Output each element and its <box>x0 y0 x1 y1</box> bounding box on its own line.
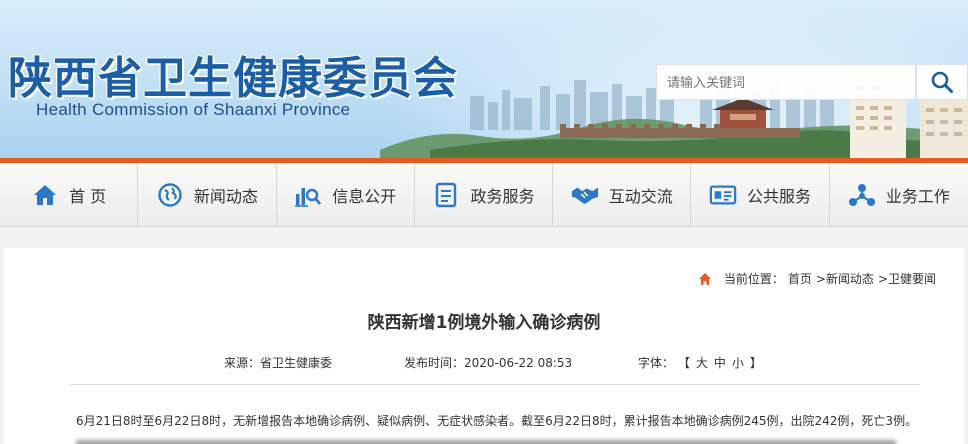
document-icon <box>432 181 460 209</box>
font-size-medium-button[interactable]: 中 <box>714 354 726 371</box>
nav-label: 公共服务 <box>747 187 812 206</box>
chart-search-icon <box>294 181 322 209</box>
breadcrumb-link-health-news[interactable]: >卫健要闻 <box>878 270 936 287</box>
article-publish-time: 发布时间：2020-06-22 08:53 <box>404 354 572 371</box>
network-icon <box>848 181 876 209</box>
site-title: 陕西省卫生健康委员会 <box>8 53 458 104</box>
article-panel: 当前位置： 首页 >新闻动态 >卫健要闻 陕西新增1例境外输入确诊病例 来源：省… <box>4 248 964 444</box>
font-bracket-open: 【 <box>677 356 690 370</box>
breadcrumb-home-icon <box>698 272 711 285</box>
nav-label: 新闻动态 <box>193 187 258 206</box>
article-paragraph-cutoff <box>76 438 896 444</box>
font-size-small-button[interactable]: 小 <box>732 354 744 371</box>
search-icon <box>931 71 953 93</box>
home-icon <box>31 181 59 209</box>
article-title: 陕西新增1例境外输入确诊病例 <box>367 313 601 333</box>
nav-item-news[interactable]: 新闻动态 <box>138 163 277 227</box>
site-subtitle: Health Commission of Shaanxi Province <box>36 100 351 119</box>
globe-icon <box>156 181 184 209</box>
nav-item-business-work[interactable]: 业务工作 <box>830 163 968 227</box>
font-bracket-close: 】 <box>749 356 762 370</box>
publish-time-label: 发布时间： <box>404 356 465 370</box>
font-size-selector: 字体： 【 大 中 小 】 <box>638 354 762 371</box>
font-size-control: 【 大 中 小 】 <box>678 354 762 371</box>
meta-divider <box>70 384 920 385</box>
breadcrumb-prefix: 当前位置： <box>723 272 784 286</box>
nav-item-gov-services[interactable]: 政务服务 <box>415 163 554 227</box>
main-nav: 首 页 新闻动态 信息公开 政务服务 互动交流 公共服务 业务工作 <box>0 163 968 227</box>
nav-item-public-services[interactable]: 公共服务 <box>691 163 830 227</box>
article-source: 来源：省卫生健康委 <box>224 356 333 370</box>
search-button[interactable] <box>916 64 968 100</box>
cutoff-text-line <box>76 440 896 444</box>
header-banner: 陕西省卫生健康委员会 Health Commission of Shaanxi … <box>0 0 968 160</box>
nav-item-interaction[interactable]: 互动交流 <box>553 163 692 227</box>
nav-label: 互动交流 <box>608 187 673 206</box>
nav-label: 业务工作 <box>885 187 950 206</box>
nav-label: 首 页 <box>69 187 107 206</box>
publish-time-value: 2020-06-22 08:53 <box>464 356 573 370</box>
font-size-label: 字体： <box>638 356 675 370</box>
id-card-icon <box>709 181 737 209</box>
article-paragraph: 6月21日8时至6月22日8时，无新增报告本地确诊病例、疑似病例、无症状感染者。… <box>76 414 918 428</box>
nav-item-info-disclosure[interactable]: 信息公开 <box>277 163 415 227</box>
breadcrumb-link-home[interactable]: 首页 <box>788 270 812 287</box>
nav-item-home[interactable]: 首 页 <box>0 163 139 227</box>
font-size-large-button[interactable]: 大 <box>696 354 708 371</box>
nav-label: 政务服务 <box>470 187 535 206</box>
handshake-icon <box>571 181 599 209</box>
nav-label: 信息公开 <box>332 187 397 206</box>
breadcrumb-link-news[interactable]: >新闻动态 <box>816 270 874 287</box>
breadcrumb: 当前位置： 首页 >新闻动态 >卫健要闻 <box>698 270 936 287</box>
search-input[interactable] <box>656 64 916 100</box>
